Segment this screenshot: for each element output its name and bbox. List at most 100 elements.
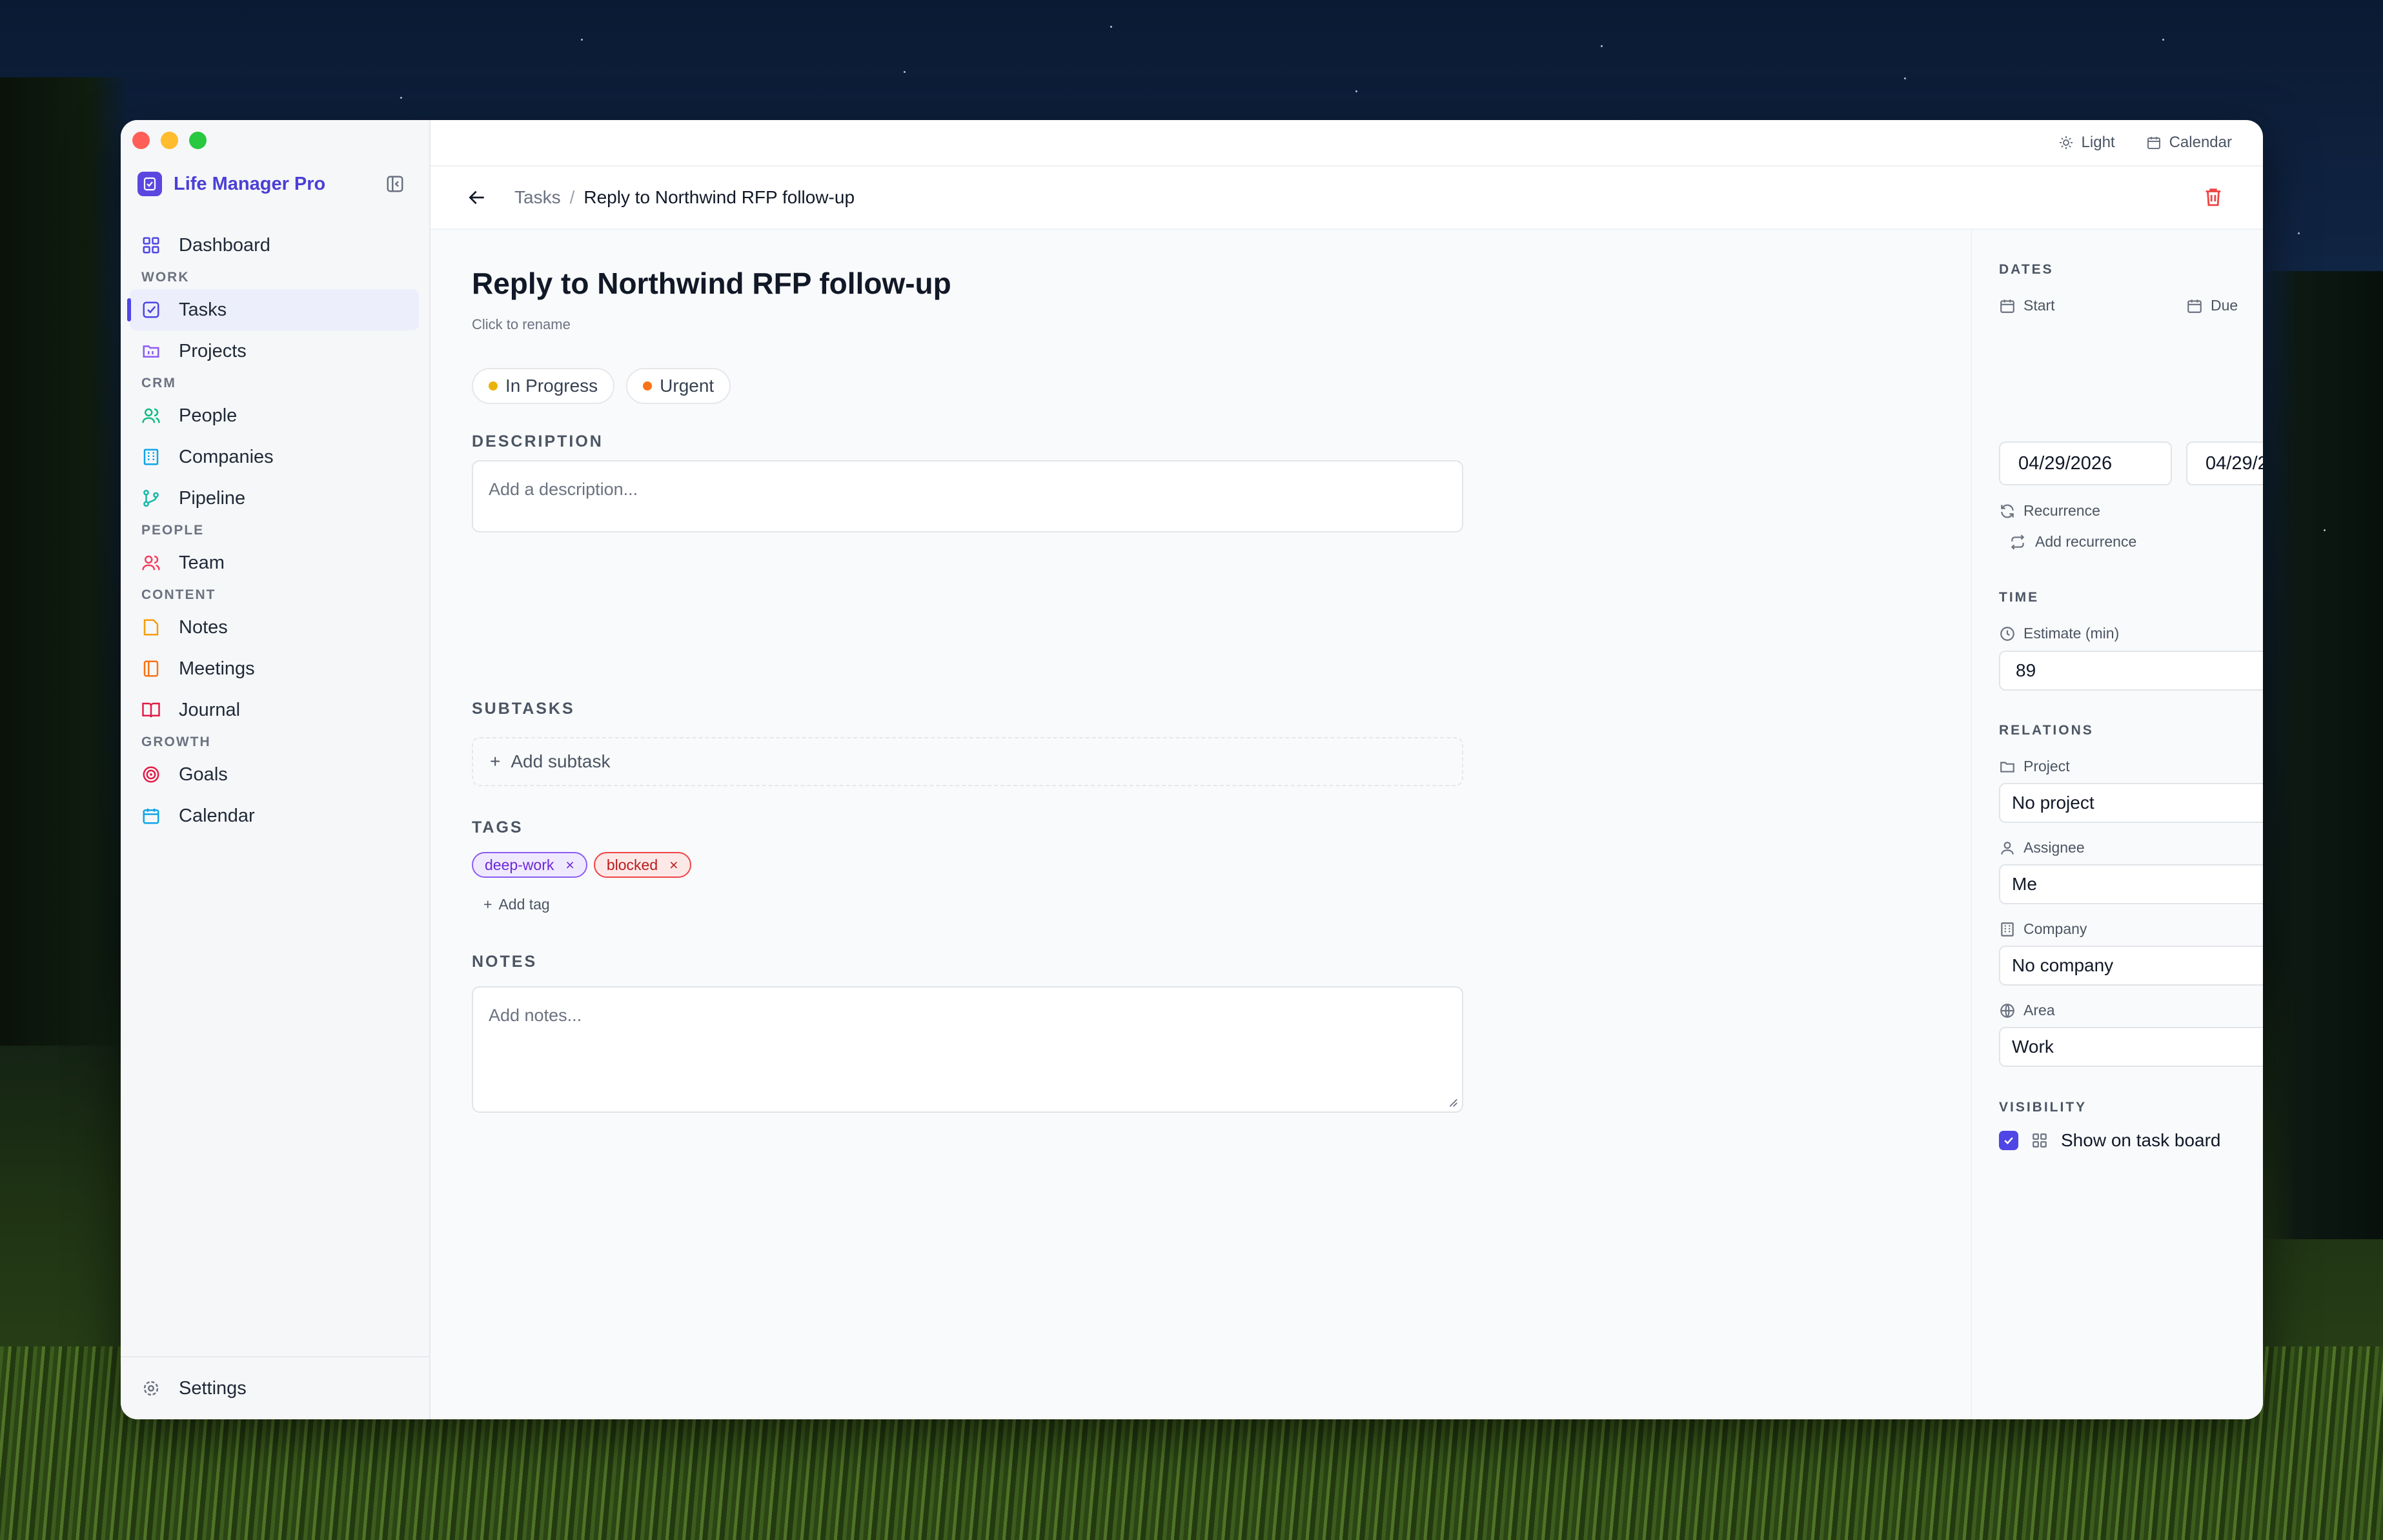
company-label-text: Company	[2023, 920, 2087, 937]
area-label: Area	[1999, 1002, 2055, 1019]
due-date-value: 04/29/2026	[2206, 452, 2263, 474]
estimate-label: Estimate (min)	[1999, 625, 2119, 642]
sidebar-item-label: Settings	[179, 1377, 247, 1399]
sidebar-item-team[interactable]: Team	[121, 542, 429, 583]
due-date-input[interactable]: 04/29/2026	[2186, 441, 2263, 485]
maximize-window-button[interactable]	[189, 132, 207, 149]
sidebar-item-projects[interactable]: Projects	[121, 330, 429, 372]
description-placeholder: Add a description...	[489, 480, 638, 499]
sidebar-item-label: Goals	[179, 764, 228, 785]
sidebar-item-label: Companies	[179, 446, 274, 467]
breadcrumb: Tasks / Reply to Northwind RFP follow-up	[514, 187, 855, 208]
sidebar-item-label: Projects	[179, 340, 247, 361]
assignee-label-text: Assignee	[2023, 839, 2085, 856]
start-date-input[interactable]: 04/29/2026	[1999, 441, 2172, 485]
estimate-input[interactable]: 89	[1999, 651, 2263, 691]
company-label: Company	[1999, 920, 2087, 938]
recurrence-label: Recurrence	[1999, 502, 2100, 520]
add-recurrence-label: Add recurrence	[2035, 533, 2137, 550]
back-arrow-icon[interactable]	[467, 187, 487, 208]
sidebar-item-label: Notes	[179, 616, 228, 638]
folder-icon	[2000, 761, 2014, 773]
assignee-select[interactable]: Me	[1999, 864, 2263, 904]
theme-toggle[interactable]: Light	[2058, 134, 2115, 152]
book-open-icon	[142, 702, 160, 718]
sidebar-item-goals[interactable]: Goals	[121, 754, 429, 795]
gear-icon	[143, 1381, 159, 1396]
area-select[interactable]: Work	[1999, 1027, 2263, 1067]
add-tag-button[interactable]: + Add tag	[483, 896, 550, 913]
sidebar-item-meetings[interactable]: Meetings	[121, 648, 429, 689]
time-heading: TIME	[1999, 590, 2040, 605]
sidebar-item-journal[interactable]: Journal	[121, 689, 429, 731]
window-controls	[132, 132, 207, 149]
calendar-button[interactable]: Calendar	[2146, 134, 2232, 152]
sidebar-item-calendar[interactable]: Calendar	[121, 795, 429, 836]
git-branch-icon	[143, 489, 159, 507]
task-chips: In Progress Urgent	[472, 368, 731, 404]
note-icon	[143, 619, 159, 636]
nav-group-people: PEOPLE	[141, 523, 205, 538]
visibility-heading: VISIBILITY	[1999, 1100, 2087, 1115]
assignee-value: Me	[2012, 874, 2037, 894]
start-date-label: Start	[1999, 297, 2055, 314]
top-bar: Light Calendar	[431, 120, 2263, 167]
description-input[interactable]: Add a description...	[472, 460, 1463, 532]
sidebar-item-people[interactable]: People	[121, 395, 429, 436]
dates-heading: DATES	[1999, 262, 2054, 277]
area-label-text: Area	[2023, 1002, 2055, 1018]
resize-handle-icon[interactable]	[1446, 1096, 1458, 1108]
show-on-board-toggle[interactable]: Show on task board	[1999, 1130, 2221, 1151]
collapse-sidebar-icon[interactable]	[385, 174, 405, 194]
priority-label: Urgent	[660, 376, 715, 396]
nav-group-work: WORK	[141, 270, 190, 285]
minimize-window-button[interactable]	[161, 132, 178, 149]
tags-heading: TAGS	[472, 818, 523, 836]
nav-group-growth: GROWTH	[141, 735, 211, 749]
building-icon	[2001, 922, 2014, 937]
priority-chip[interactable]: Urgent	[626, 368, 731, 404]
page-header: Tasks / Reply to Northwind RFP follow-up	[431, 167, 2263, 230]
sidebar-item-notes[interactable]: Notes	[121, 607, 429, 648]
status-label: In Progress	[505, 376, 598, 396]
status-chip[interactable]: In Progress	[472, 368, 615, 404]
tag-chip[interactable]: deep-work ×	[472, 852, 587, 878]
tag-chip[interactable]: blocked ×	[593, 852, 691, 878]
assignee-label: Assignee	[1999, 839, 2085, 856]
add-subtask-label: Add subtask	[511, 751, 611, 771]
brand[interactable]: Life Manager Pro	[137, 172, 325, 196]
recurrence-label-text: Recurrence	[2023, 502, 2100, 519]
sidebar-item-pipeline[interactable]: Pipeline	[121, 478, 429, 519]
sidebar-item-settings[interactable]: Settings	[121, 1356, 429, 1419]
status-dot	[489, 381, 498, 390]
sidebar-item-label: Journal	[179, 699, 241, 720]
add-recurrence-button[interactable]: Add recurrence	[2009, 533, 2136, 551]
company-select[interactable]: No company	[1999, 946, 2263, 986]
breadcrumb-tasks-link[interactable]: Tasks	[514, 187, 561, 208]
sidebar-item-label: Tasks	[179, 299, 227, 320]
notes-input[interactable]: Add notes...	[472, 986, 1463, 1113]
show-on-board-checkbox[interactable]	[1999, 1131, 2018, 1150]
folder-icon	[143, 345, 159, 358]
task-title[interactable]: Reply to Northwind RFP follow-up	[472, 266, 951, 301]
sidebar-item-companies[interactable]: Companies	[121, 436, 429, 478]
close-window-button[interactable]	[132, 132, 150, 149]
project-select[interactable]: No project	[1999, 783, 2263, 823]
details-panel: DATES Start Due 04/29/2026 04/29/2026 Re…	[1971, 230, 2263, 1419]
nav-group-content: CONTENT	[141, 587, 216, 602]
wallpaper-trees	[2260, 271, 2383, 1239]
remove-tag-icon[interactable]: ×	[669, 856, 678, 874]
sidebar-item-label: Pipeline	[179, 487, 246, 509]
calendar-icon	[2187, 299, 2202, 313]
project-label: Project	[1999, 758, 2070, 775]
delete-trash-icon[interactable]	[2202, 186, 2224, 208]
due-label-text: Due	[2211, 297, 2238, 314]
sun-icon	[2059, 136, 2073, 149]
clock-icon	[2000, 626, 2014, 641]
theme-label: Light	[2081, 134, 2115, 151]
add-subtask-button[interactable]: + Add subtask	[472, 737, 1463, 786]
sidebar-item-dashboard[interactable]: Dashboard	[121, 225, 429, 266]
sidebar-item-label: Team	[179, 552, 225, 573]
remove-tag-icon[interactable]: ×	[565, 856, 574, 874]
sidebar-item-tasks[interactable]: Tasks	[127, 289, 419, 330]
